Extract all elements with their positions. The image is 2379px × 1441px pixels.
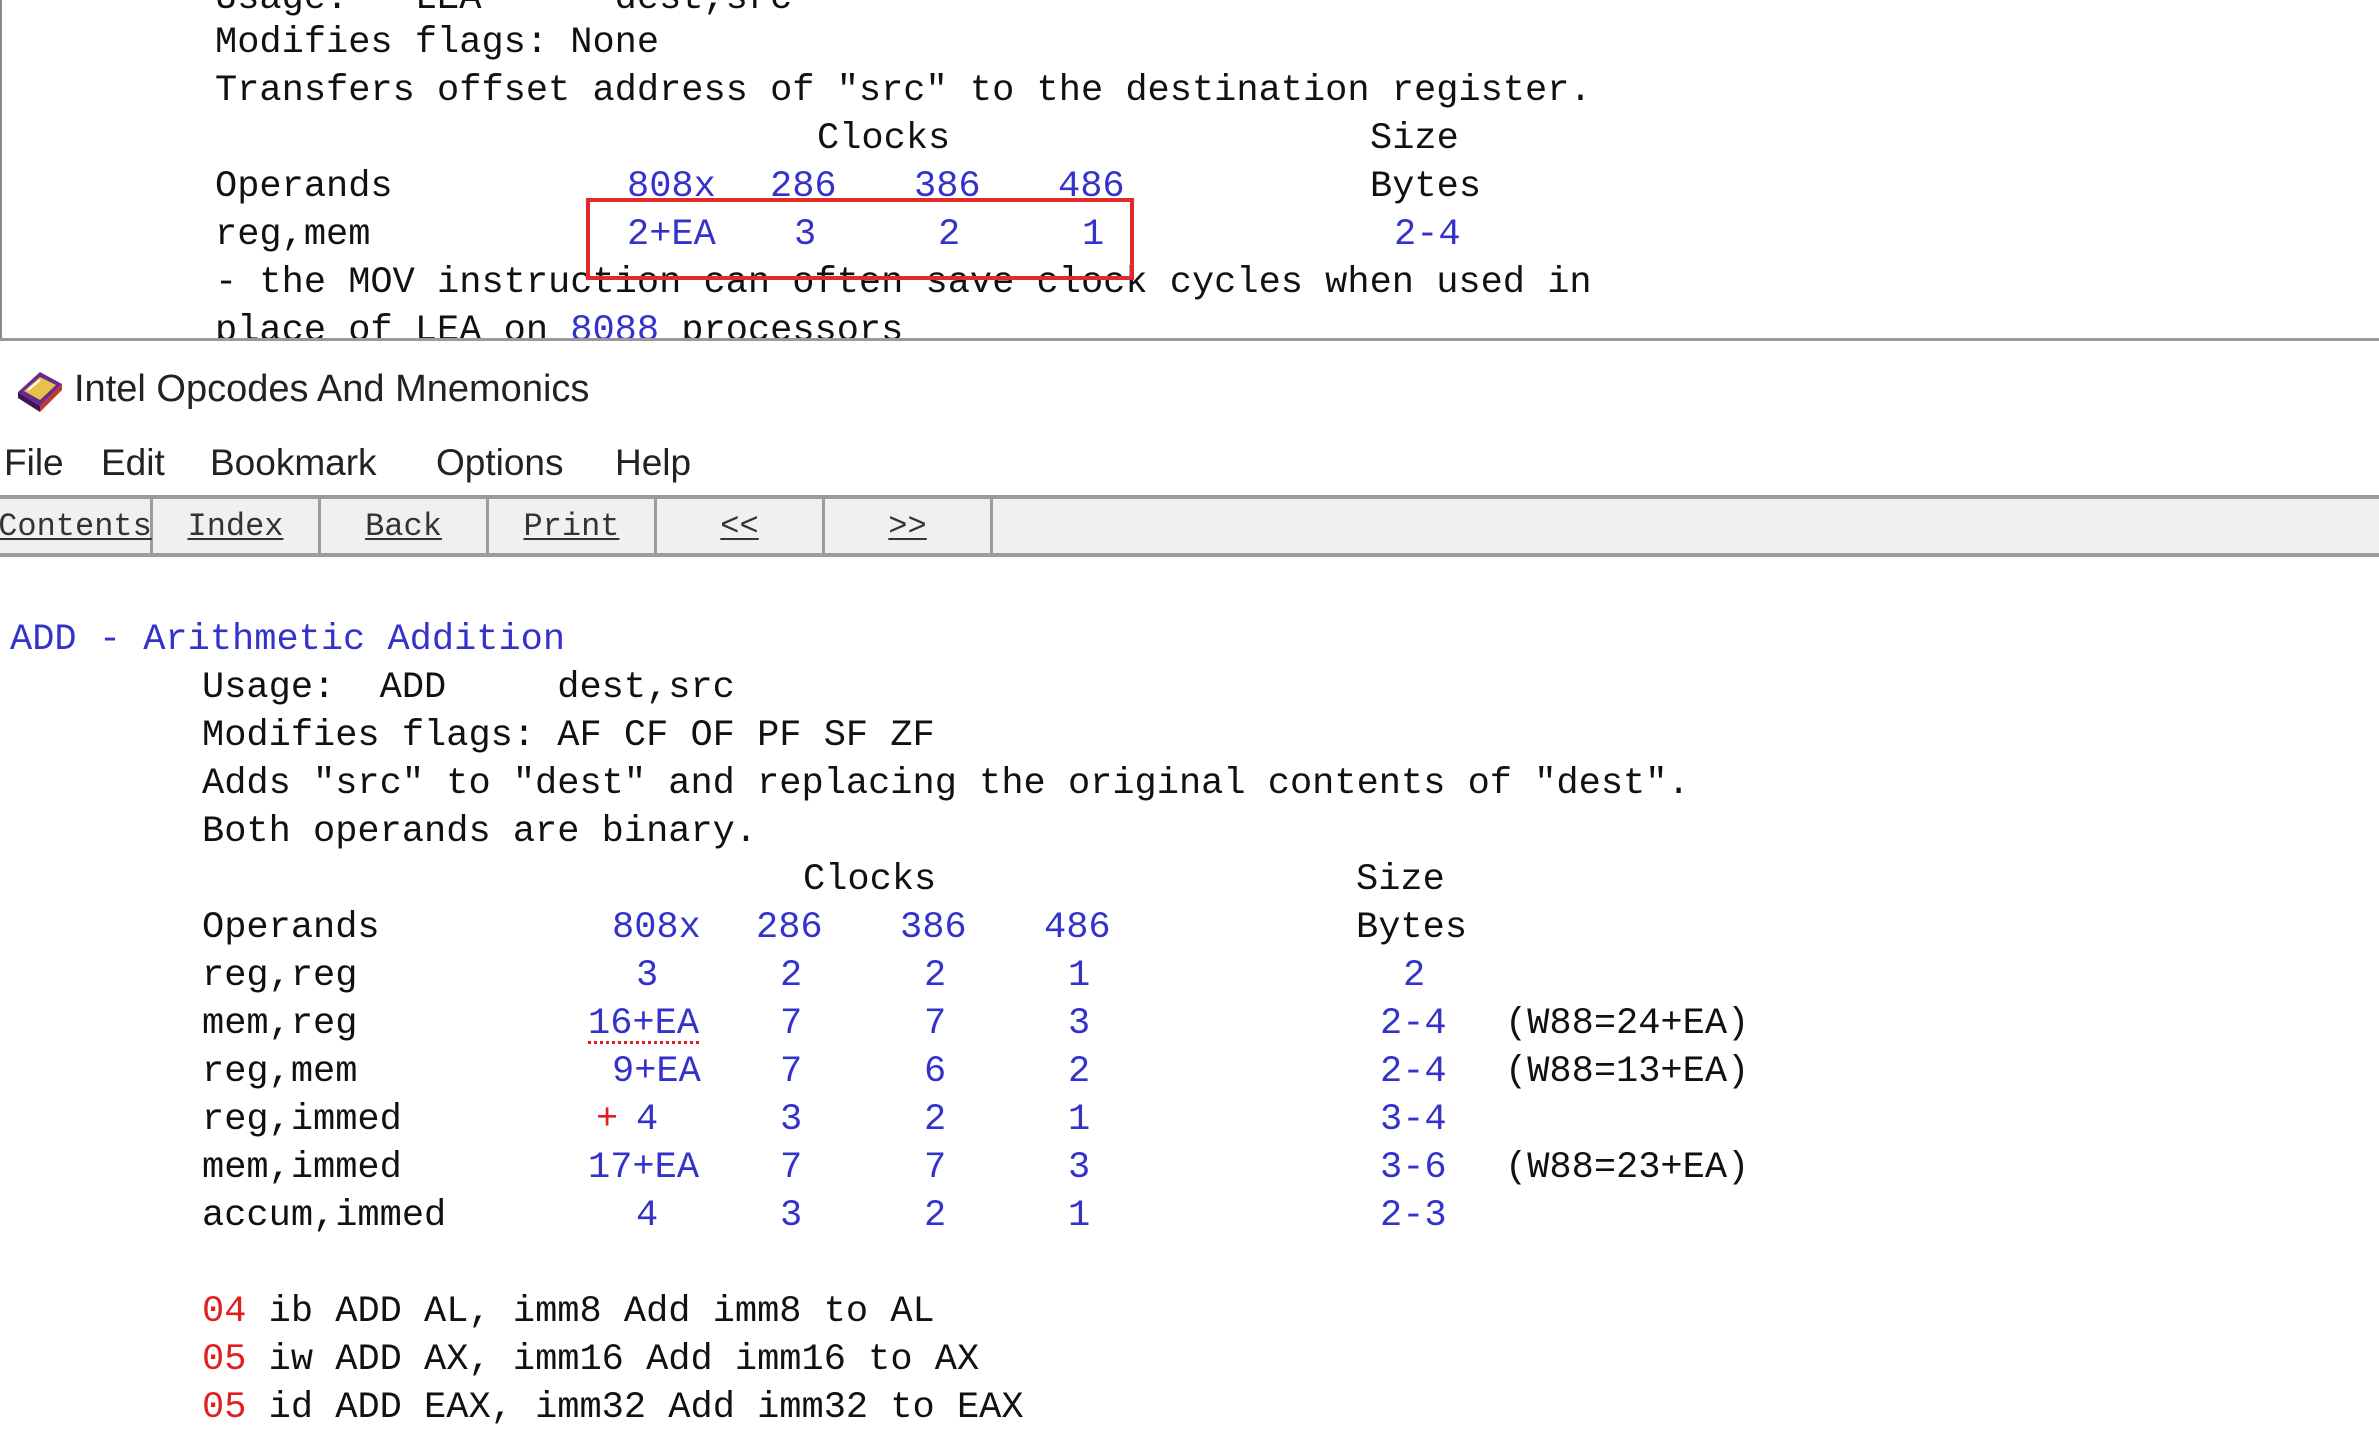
- window-title: Intel Opcodes And Mnemonics: [74, 368, 590, 410]
- lea-note-line2: place of LEA on 8088 processors: [215, 310, 903, 338]
- lea-note-text-end: processors: [659, 310, 904, 338]
- index-button[interactable]: Index: [153, 499, 321, 553]
- contents-button-label: Contents: [0, 507, 152, 545]
- lea-note-text: place of LEA on: [215, 310, 571, 338]
- lea-row-operands: reg,mem: [215, 214, 371, 256]
- help-book-icon[interactable]: [14, 366, 66, 414]
- opcode-line: 05 iw ADD AX, imm16 Add imm16 to AX: [202, 1339, 979, 1381]
- add-bytes-header: Bytes: [1356, 907, 1468, 949]
- table-cell-bytes: 3-6: [1380, 1147, 1447, 1189]
- add-cpu-808x-link[interactable]: 808x: [612, 907, 701, 949]
- browse-next-button[interactable]: >>: [825, 499, 993, 553]
- highlight-box: [586, 198, 1134, 280]
- top-help-pane[interactable]: Usage: LEA dest,src Modifies flags: None…: [0, 0, 2379, 338]
- browse-previous-label: <<: [720, 507, 759, 545]
- table-cell-bytes: 2: [1403, 955, 1426, 997]
- table-cell-808x: 9+EA: [612, 1051, 701, 1093]
- table-row-operands: reg,immed: [202, 1099, 402, 1141]
- table-cell-bytes: 2-3: [1380, 1195, 1447, 1237]
- table-row-operands: accum,immed: [202, 1195, 447, 1237]
- table-cell-808x: 16+EA: [588, 1003, 700, 1045]
- add-cpu-286-link[interactable]: 286: [756, 907, 823, 949]
- menu-options[interactable]: Options: [436, 442, 564, 484]
- browse-previous-button[interactable]: <<: [657, 499, 825, 553]
- lea-description: Transfers offset address of "src" to the…: [215, 70, 1592, 112]
- browse-next-label: >>: [888, 507, 927, 545]
- lea-usage-line: Usage: LEA dest,src: [215, 0, 792, 20]
- lea-bytes-header: Bytes: [1370, 166, 1482, 208]
- add-size-header: Size: [1356, 859, 1445, 901]
- table-cell-808x: 17+EA: [588, 1147, 700, 1189]
- link-8088[interactable]: 8088: [570, 310, 659, 338]
- opcode-description: id ADD EAX, imm32 Add imm32 to EAX: [246, 1387, 1024, 1429]
- menu-bookmark[interactable]: Bookmark: [210, 442, 377, 484]
- table-cell-808x: 4: [636, 1195, 659, 1237]
- add-description-2: Both operands are binary.: [202, 811, 758, 853]
- table-cell-note: (W88=24+EA): [1505, 1003, 1750, 1045]
- menu-help[interactable]: Help: [615, 442, 691, 484]
- table-cell-486: 1: [1068, 1099, 1091, 1141]
- opcode-hex: 04: [202, 1291, 247, 1333]
- table-cell-bytes: 2-4: [1380, 1003, 1447, 1045]
- add-modifies-flags: Modifies flags: AF CF OF PF SF ZF: [202, 715, 935, 757]
- lea-row-bytes: 2-4: [1394, 214, 1461, 256]
- table-cell-286: 3: [780, 1195, 803, 1237]
- add-cpu-386-link[interactable]: 386: [900, 907, 967, 949]
- table-cell-386: 7: [924, 1003, 947, 1045]
- table-cell-486: 3: [1068, 1147, 1091, 1189]
- table-cell-286: 2: [780, 955, 803, 997]
- table-cell-286: 7: [780, 1003, 803, 1045]
- table-cell-486: 2: [1068, 1051, 1091, 1093]
- add-usage-line: Usage: ADD dest,src: [202, 667, 735, 709]
- opcode-hex: 05: [202, 1339, 247, 1381]
- table-cell-808x: 4: [636, 1099, 659, 1141]
- table-cell-286: 3: [780, 1099, 803, 1141]
- opcode-line: 05 id ADD EAX, imm32 Add imm32 to EAX: [202, 1387, 1024, 1429]
- table-row-operands: reg,mem: [202, 1051, 358, 1093]
- help-topic-content[interactable]: ADD - Arithmetic Addition Usage: ADD des…: [0, 557, 2379, 1441]
- table-cell-486: 1: [1068, 1195, 1091, 1237]
- print-button[interactable]: Print: [489, 499, 657, 553]
- table-row-operands: reg,reg: [202, 955, 358, 997]
- table-cell-386: 2: [924, 1195, 947, 1237]
- topic-heading: ADD - Arithmetic Addition: [10, 619, 566, 661]
- menu-file[interactable]: File: [4, 442, 64, 484]
- add-cpu-486-link[interactable]: 486: [1044, 907, 1111, 949]
- lea-clocks-header: Clocks: [817, 118, 951, 160]
- add-operands-header: Operands: [202, 907, 380, 949]
- table-cell-486: 3: [1068, 1003, 1091, 1045]
- table-cell-note: (W88=23+EA): [1505, 1147, 1750, 1189]
- table-cell-note: (W88=13+EA): [1505, 1051, 1750, 1093]
- table-cell-486: 1: [1068, 955, 1091, 997]
- add-description-1: Adds "src" to "dest" and replacing the o…: [202, 763, 1690, 805]
- table-cell-386: 2: [924, 955, 947, 997]
- table-cell-bytes: 3-4: [1380, 1099, 1447, 1141]
- lea-size-header: Size: [1370, 118, 1459, 160]
- opcode-hex: 05: [202, 1387, 247, 1429]
- table-cell-386: 6: [924, 1051, 947, 1093]
- back-button-label: Back: [365, 507, 442, 545]
- opcode-line: 04 ib ADD AL, imm8 Add imm8 to AL: [202, 1291, 935, 1333]
- table-row-operands: mem,immed: [202, 1147, 402, 1189]
- back-button[interactable]: Back: [321, 499, 489, 553]
- table-cell-808x: 3: [636, 955, 659, 997]
- table-cell-386: 2: [924, 1099, 947, 1141]
- print-button-label: Print: [523, 507, 620, 545]
- table-cell-286: 7: [780, 1147, 803, 1189]
- opcode-description: iw ADD AX, imm16 Add imm16 to AX: [246, 1339, 980, 1381]
- lea-modifies-flags: Modifies flags: None: [215, 22, 660, 64]
- index-button-label: Index: [187, 507, 284, 545]
- lea-operands-header: Operands: [215, 166, 393, 208]
- add-clocks-header: Clocks: [803, 859, 937, 901]
- menu-edit[interactable]: Edit: [101, 442, 165, 484]
- table-cell-bytes: 2-4: [1380, 1051, 1447, 1093]
- table-cell-286: 7: [780, 1051, 803, 1093]
- plus-marker: +: [596, 1099, 619, 1141]
- table-row-operands: mem,reg: [202, 1003, 358, 1045]
- opcode-description: ib ADD AL, imm8 Add imm8 to AL: [246, 1291, 935, 1333]
- table-cell-386: 7: [924, 1147, 947, 1189]
- contents-button[interactable]: Contents: [0, 499, 153, 553]
